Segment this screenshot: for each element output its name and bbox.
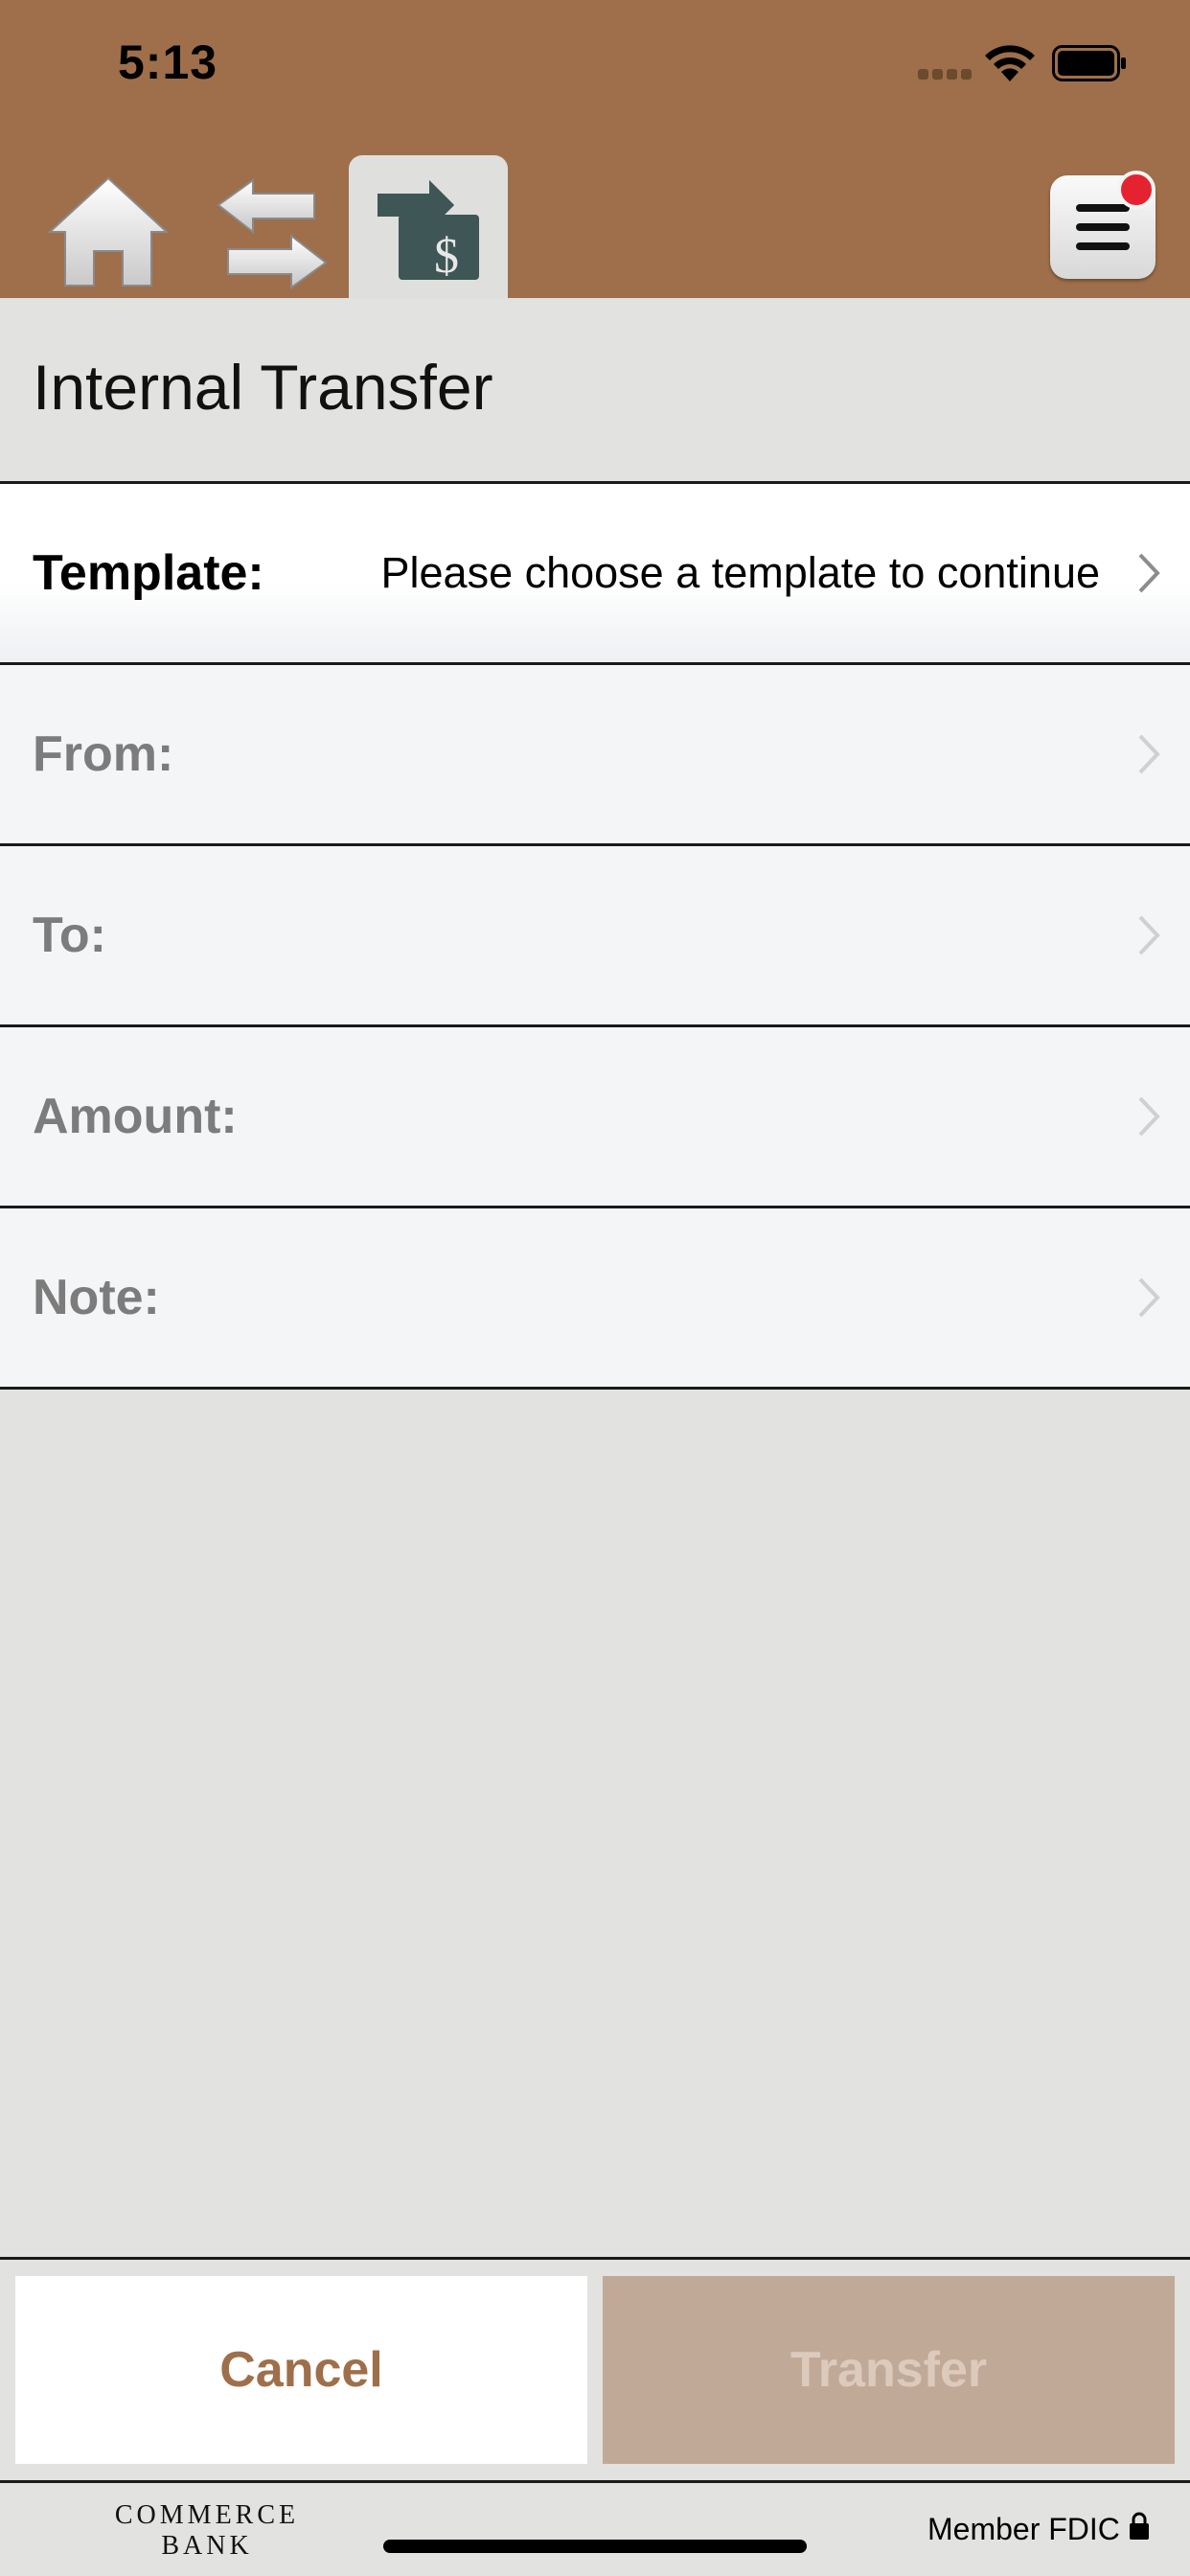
template-value: Please choose a template to continue (380, 548, 1101, 597)
status-time: 5:13 (118, 35, 218, 89)
page-title: Internal Transfer (33, 352, 493, 423)
amount-row[interactable]: Amount: (0, 1027, 1190, 1208)
cellular-signal-icon (918, 67, 975, 84)
cancel-button[interactable]: Cancel (15, 2276, 587, 2464)
home-icon[interactable] (46, 172, 171, 289)
fdic-label: Member FDIC (927, 2512, 1120, 2546)
logo-line-1: COMMERCE (114, 2500, 300, 2530)
template-label: Template: (33, 545, 264, 601)
chevron-right-icon (1138, 915, 1160, 955)
chevron-right-icon (1138, 553, 1160, 593)
action-bar: Cancel Transfer (0, 2257, 1190, 2483)
app-header: 5:13 $ (0, 0, 1190, 298)
swap-arrows-icon[interactable] (215, 176, 330, 291)
footer: COMMERCE BANK Member FDIC (0, 2483, 1190, 2576)
chevron-right-icon (1138, 734, 1160, 774)
chevron-right-icon (1138, 1277, 1160, 1318)
note-row[interactable]: Note: (0, 1208, 1190, 1390)
amount-label: Amount: (33, 1089, 238, 1144)
wifi-icon (985, 45, 1035, 81)
transfer-form: Template: Please choose a template to co… (0, 481, 1190, 1390)
from-row[interactable]: From: (0, 665, 1190, 846)
to-row[interactable]: To: (0, 846, 1190, 1027)
tab-transfer[interactable]: $ (349, 155, 508, 298)
transfer-button[interactable]: Transfer (603, 2276, 1175, 2464)
chevron-right-icon (1138, 1096, 1160, 1137)
notification-badge (1117, 171, 1156, 209)
battery-icon (1052, 45, 1126, 81)
to-label: To: (33, 908, 106, 963)
home-indicator (383, 2540, 807, 2553)
svg-text:$: $ (434, 229, 459, 284)
template-row[interactable]: Template: Please choose a template to co… (0, 484, 1190, 665)
from-label: From: (33, 726, 174, 782)
note-label: Note: (33, 1270, 160, 1325)
logo-line-2: BANK (161, 2531, 253, 2561)
lock-icon (1130, 2512, 1149, 2540)
transfer-dollar-icon: $ (378, 180, 479, 284)
bank-logo: COMMERCE BANK (111, 2500, 303, 2562)
